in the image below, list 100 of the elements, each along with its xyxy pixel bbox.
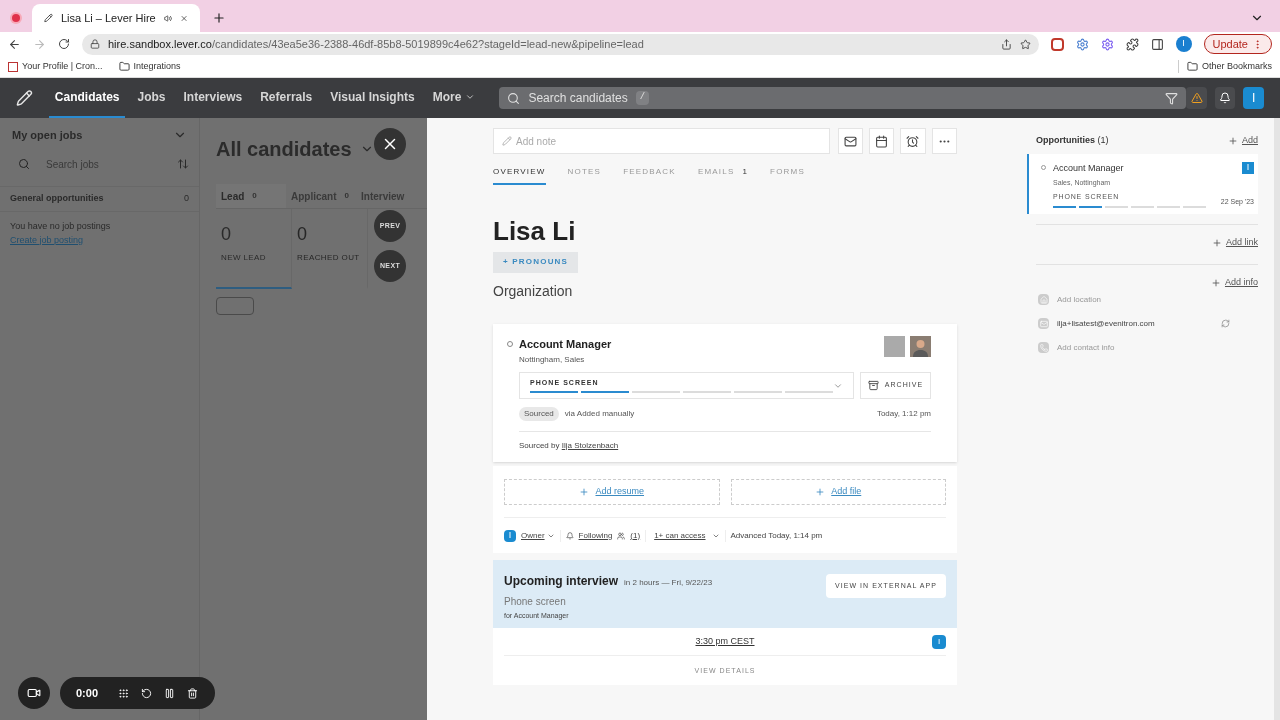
extensions-icon[interactable] — [1125, 37, 1139, 51]
interviewer-avatar: I — [932, 634, 946, 649]
bell-icon — [565, 531, 574, 540]
candidate-name: Lisa Li — [493, 215, 577, 247]
site-favicon-icon — [8, 61, 18, 72]
add-link[interactable]: Add link — [1211, 236, 1258, 250]
notifications-button[interactable] — [1214, 87, 1236, 109]
warning-button[interactable] — [1186, 87, 1207, 109]
bookmark[interactable]: Your Profile | Cron... — [8, 59, 103, 74]
plus-icon — [1210, 278, 1221, 288]
update-button[interactable]: Update — [1203, 34, 1272, 54]
nav-tab[interactable]: Visual Insights — [324, 78, 421, 118]
pencil-icon — [502, 136, 512, 146]
recording-time: 0:00 — [76, 685, 99, 701]
filter-icon[interactable] — [1165, 91, 1179, 105]
page-title: All candidates — [216, 137, 352, 162]
sourcer-link[interactable]: Ilja Stolzenbach — [561, 441, 619, 450]
opportunities-title: Opportunities (1) — [1036, 134, 1110, 148]
placeholder-avatar — [884, 335, 905, 357]
access-dropdown[interactable]: 1+ can access — [654, 529, 726, 542]
organization-label: Organization — [493, 281, 574, 301]
nav-tab[interactable]: More — [426, 78, 482, 118]
email-button[interactable] — [837, 128, 863, 154]
browser-tab[interactable]: Lisa Li – Lever Hire — [32, 4, 200, 32]
bookmark[interactable]: Integrations — [118, 59, 181, 74]
job-location: Nottingham, Sales — [519, 354, 586, 366]
folder-icon — [118, 61, 130, 72]
owner-dropdown[interactable]: Owner — [521, 529, 561, 542]
alarm-clock-icon — [906, 134, 920, 148]
archive-icon — [867, 380, 879, 391]
interview-time-link[interactable]: 3:30 pm CEST — [504, 634, 932, 649]
advanced-text: Advanced Today, 1:14 pm — [730, 529, 823, 542]
chevron-down-icon — [465, 92, 476, 102]
reminder-button[interactable] — [900, 128, 926, 154]
new-tab-icon[interactable] — [212, 11, 226, 25]
search-icon — [507, 91, 521, 105]
calendar-icon — [875, 134, 889, 148]
nav-tab[interactable]: Interviews — [177, 78, 249, 118]
owner-avatar: I — [504, 529, 516, 542]
add-opportunity-link[interactable]: Add — [1228, 134, 1258, 148]
share-icon[interactable] — [1000, 38, 1012, 50]
lock-icon — [90, 39, 100, 49]
tab-favicon-icon — [44, 12, 53, 24]
add-file-button[interactable]: Add file — [730, 479, 946, 505]
sourced-by-text: Sourced by — [519, 441, 561, 450]
sort-icon[interactable] — [177, 158, 189, 170]
plus-icon — [1211, 238, 1222, 248]
opportunity-title: Account Manager — [1053, 162, 1125, 175]
delete-icon[interactable] — [187, 687, 199, 699]
plus-icon — [579, 487, 590, 497]
calendar-button[interactable] — [868, 128, 895, 154]
extension-icon[interactable] — [1050, 37, 1064, 51]
source-text: via Added manually — [564, 408, 636, 420]
video-camera-icon — [27, 686, 41, 700]
logo-icon — [16, 89, 33, 107]
warning-icon — [1190, 92, 1203, 104]
search-field[interactable]: Search candidates / — [499, 87, 1187, 109]
restart-icon[interactable] — [141, 687, 153, 699]
plus-icon — [815, 487, 826, 497]
profile-avatar[interactable]: I — [1175, 36, 1192, 52]
source-time: Today, 1:12 pm — [876, 408, 931, 420]
envelope-icon — [843, 134, 857, 148]
drag-handle-icon[interactable] — [118, 687, 130, 699]
interview-title: Upcoming interview — [504, 573, 619, 590]
folder-icon — [1186, 61, 1198, 72]
profile-tab[interactable]: OVERVIEW — [493, 166, 546, 185]
side-panel-icon[interactable] — [1150, 37, 1164, 51]
interview-type: Phone screen — [504, 595, 567, 609]
other-bookmarks[interactable]: Other Bookmarks — [1177, 59, 1272, 74]
sidebar-title: My open jobs — [12, 127, 83, 143]
plus-icon — [1228, 136, 1238, 146]
group-label: General opportunities — [10, 192, 104, 206]
contact-text[interactable]: ilja+lisatest@evenitron.com — [1057, 317, 1213, 330]
source-tag: Sourced — [519, 407, 559, 421]
speaker-icon — [163, 12, 172, 24]
extension-icon[interactable] — [1100, 37, 1114, 51]
search-icon — [18, 158, 30, 170]
followers-link[interactable]: (1) — [630, 529, 647, 542]
following-link[interactable]: Following — [578, 529, 613, 542]
user-avatar[interactable]: I — [1243, 87, 1264, 109]
add-resume-button[interactable]: Add resume — [504, 479, 720, 505]
pause-icon[interactable] — [164, 687, 176, 699]
opportunity-badge: I — [1242, 162, 1254, 174]
empty-message: You have no job postings — [9, 220, 112, 233]
reload-icon[interactable] — [58, 38, 70, 50]
phone-icon — [1038, 342, 1049, 353]
star-icon[interactable] — [1019, 38, 1031, 50]
profile-tab[interactable]: EMAILS 1 — [697, 166, 749, 185]
back-icon[interactable] — [8, 37, 21, 51]
group-count: 0 — [184, 192, 189, 206]
interview-when: in 2 hours — Fri, 9/22/23 — [624, 577, 713, 589]
job-title: Account Manager — [519, 336, 613, 352]
extension-icon[interactable] — [1075, 37, 1089, 51]
nav-tab[interactable]: Jobs — [131, 78, 172, 118]
followers-icon — [617, 531, 626, 540]
add-info-link[interactable]: Add info — [1210, 276, 1258, 290]
nav-tab[interactable]: Referrals — [254, 78, 319, 118]
bell-icon — [1219, 92, 1232, 104]
address-bar[interactable]: hire.sandbox.lever.co/candidates/43ea5e36-2388-46df-85b8-5019899c4e62?stageId=lead-new&pipeline=lead — [82, 33, 1039, 55]
person-avatar — [910, 335, 931, 357]
